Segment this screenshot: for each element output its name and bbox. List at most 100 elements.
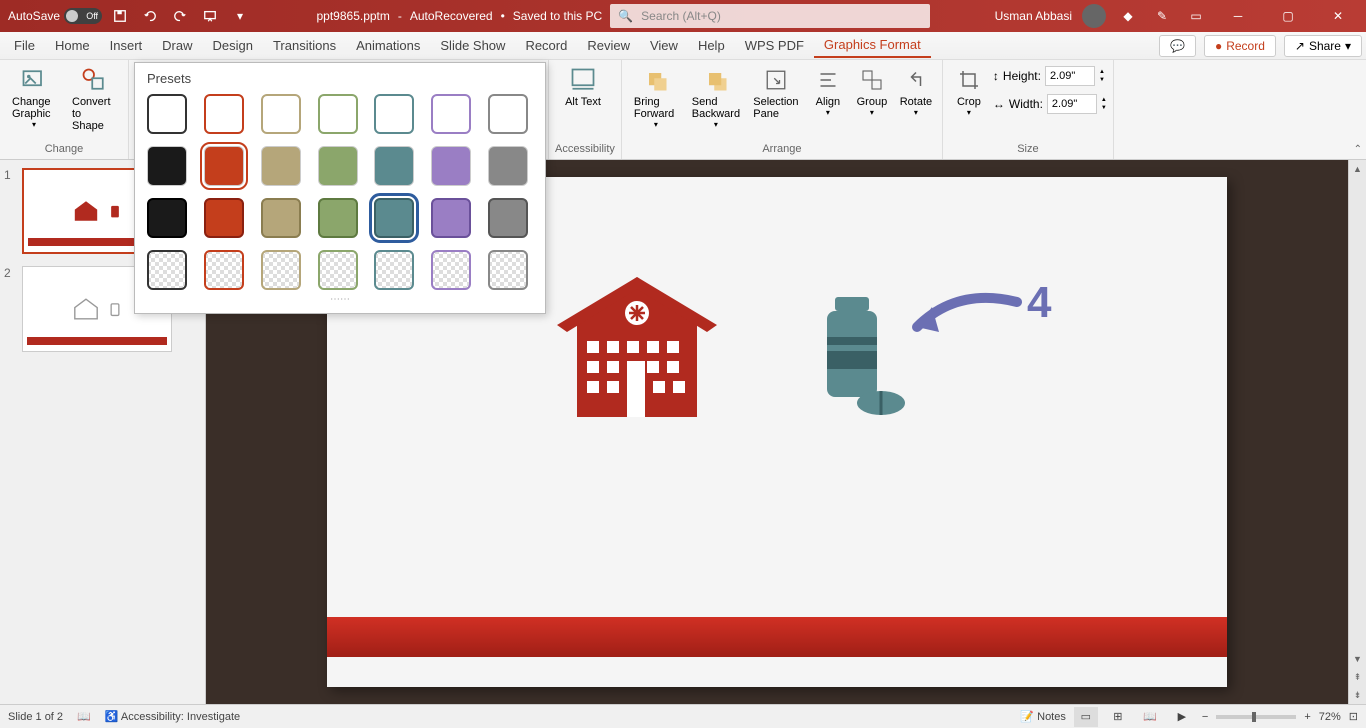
tab-draw[interactable]: Draw [152, 34, 202, 57]
preset-fill-gray[interactable] [488, 146, 528, 186]
preset-outline-red[interactable] [204, 94, 244, 134]
zoom-in-icon[interactable]: + [1304, 711, 1310, 723]
next-slide-icon[interactable]: ⇟ [1349, 686, 1366, 704]
accessibility-status[interactable]: ♿ Accessibility: Investigate [105, 710, 240, 723]
align-button[interactable]: Align▾ [808, 62, 848, 119]
ribbon-mode-icon[interactable]: ▭ [1184, 4, 1208, 28]
preset-trans-teal[interactable] [374, 250, 414, 290]
notes-button[interactable]: 📝 Notes [1020, 710, 1066, 723]
alt-text-button[interactable]: Alt Text [555, 62, 611, 110]
selection-pane-icon [760, 64, 792, 96]
save-icon[interactable] [108, 4, 132, 28]
tab-design[interactable]: Design [203, 34, 263, 57]
preset-outline-dark[interactable] [147, 94, 187, 134]
preset-fill-red[interactable] [204, 146, 244, 186]
preset-outline-gray[interactable] [488, 94, 528, 134]
preset-trans-red[interactable] [204, 250, 244, 290]
preset-trans-purple[interactable] [431, 250, 471, 290]
minimize-button[interactable]: ─ [1218, 0, 1258, 32]
reading-view-icon[interactable]: 📖 [1138, 707, 1162, 727]
medicine-graphic[interactable] [817, 297, 907, 417]
hospital-graphic[interactable] [557, 277, 717, 417]
group-button[interactable]: Group▾ [852, 62, 892, 119]
sorter-view-icon[interactable]: ⊞ [1106, 707, 1130, 727]
group-label-arrange: Arrange [628, 141, 936, 157]
preset-dark-purple[interactable] [431, 198, 471, 238]
title-center: ppt9865.pptm - AutoRecovered • Saved to … [252, 4, 995, 28]
preset-fill-purple[interactable] [431, 146, 471, 186]
bring-forward-button[interactable]: Bring Forward▾ [628, 62, 684, 131]
collapse-ribbon-icon[interactable]: ⌃ [1354, 144, 1362, 155]
preset-dark-tan[interactable] [261, 198, 301, 238]
present-icon[interactable] [198, 4, 222, 28]
tab-graphics-format[interactable]: Graphics Format [814, 33, 931, 58]
preset-outline-tan[interactable] [261, 94, 301, 134]
convert-to-shape-button[interactable]: Convert to Shape [66, 62, 122, 134]
tab-animations[interactable]: Animations [346, 34, 430, 57]
share-button[interactable]: ↗Share▾ [1284, 35, 1362, 57]
tab-home[interactable]: Home [45, 34, 100, 57]
tab-help[interactable]: Help [688, 34, 735, 57]
tab-file[interactable]: File [4, 34, 45, 57]
fit-window-icon[interactable]: ⊡ [1349, 710, 1358, 723]
preset-dark-gray[interactable] [488, 198, 528, 238]
spell-check-icon[interactable]: 📖 [77, 710, 91, 723]
tab-record[interactable]: Record [515, 34, 577, 57]
diamond-icon[interactable]: ◆ [1116, 4, 1140, 28]
tab-insert[interactable]: Insert [100, 34, 153, 57]
preset-outline-green[interactable] [318, 94, 358, 134]
close-button[interactable]: ✕ [1318, 0, 1358, 32]
selection-pane-button[interactable]: Selection Pane [748, 62, 804, 122]
tab-wps[interactable]: WPS PDF [735, 34, 814, 57]
preset-fill-black[interactable] [147, 146, 187, 186]
qat-more-icon[interactable]: ▾ [228, 4, 252, 28]
preset-fill-green[interactable] [318, 146, 358, 186]
zoom-out-icon[interactable]: − [1202, 711, 1208, 723]
autosave-toggle[interactable]: AutoSave Off [8, 8, 102, 24]
undo-icon[interactable] [138, 4, 162, 28]
crop-button[interactable]: Crop▾ [949, 62, 989, 119]
preset-trans-tan[interactable] [261, 250, 301, 290]
preset-outline-teal[interactable] [374, 94, 414, 134]
tab-view[interactable]: View [640, 34, 688, 57]
vertical-scrollbar[interactable]: ▲ ▼ ⇞ ⇟ [1348, 160, 1366, 704]
scroll-up-icon[interactable]: ▲ [1349, 160, 1366, 178]
record-button[interactable]: ●Record [1204, 35, 1276, 57]
scroll-down-icon[interactable]: ▼ [1349, 650, 1366, 668]
zoom-slider[interactable] [1216, 715, 1296, 719]
avatar[interactable] [1082, 4, 1106, 28]
normal-view-icon[interactable]: ▭ [1074, 707, 1098, 727]
comments-button[interactable]: 💬 [1159, 35, 1196, 57]
preset-fill-tan[interactable] [261, 146, 301, 186]
send-backward-button[interactable]: Send Backward▾ [688, 62, 744, 131]
toggle-switch[interactable]: Off [64, 8, 102, 24]
preset-outline-purple[interactable] [431, 94, 471, 134]
height-input[interactable] [1045, 66, 1095, 86]
height-spinner[interactable]: ▲▼ [1099, 68, 1105, 84]
preset-dark-black[interactable] [147, 198, 187, 238]
search-box[interactable]: 🔍 Search (Alt+Q) [610, 4, 930, 28]
redo-icon[interactable] [168, 4, 192, 28]
rotate-button[interactable]: Rotate▾ [896, 62, 936, 119]
group-label-size: Size [949, 141, 1107, 157]
preset-dark-green[interactable] [318, 198, 358, 238]
chevron-down-icon: ▾ [870, 108, 874, 117]
tab-slideshow[interactable]: Slide Show [430, 34, 515, 57]
tab-transitions[interactable]: Transitions [263, 34, 346, 57]
width-input[interactable] [1047, 94, 1097, 114]
preset-trans-black[interactable] [147, 250, 187, 290]
prev-slide-icon[interactable]: ⇞ [1349, 668, 1366, 686]
dropdown-resize-handle[interactable]: ⋯⋯ [147, 290, 533, 305]
preset-dark-teal[interactable] [374, 198, 414, 238]
change-graphic-button[interactable]: Change Graphic ▾ [6, 62, 62, 131]
maximize-button[interactable]: ▢ [1268, 0, 1308, 32]
scroll-track[interactable] [1349, 178, 1366, 650]
brush-icon[interactable]: ✎ [1150, 4, 1174, 28]
preset-dark-red[interactable] [204, 198, 244, 238]
preset-fill-teal[interactable] [374, 146, 414, 186]
width-spinner[interactable]: ▲▼ [1101, 96, 1107, 112]
slideshow-view-icon[interactable]: ▶ [1170, 707, 1194, 727]
preset-trans-green[interactable] [318, 250, 358, 290]
tab-review[interactable]: Review [577, 34, 640, 57]
preset-trans-gray[interactable] [488, 250, 528, 290]
